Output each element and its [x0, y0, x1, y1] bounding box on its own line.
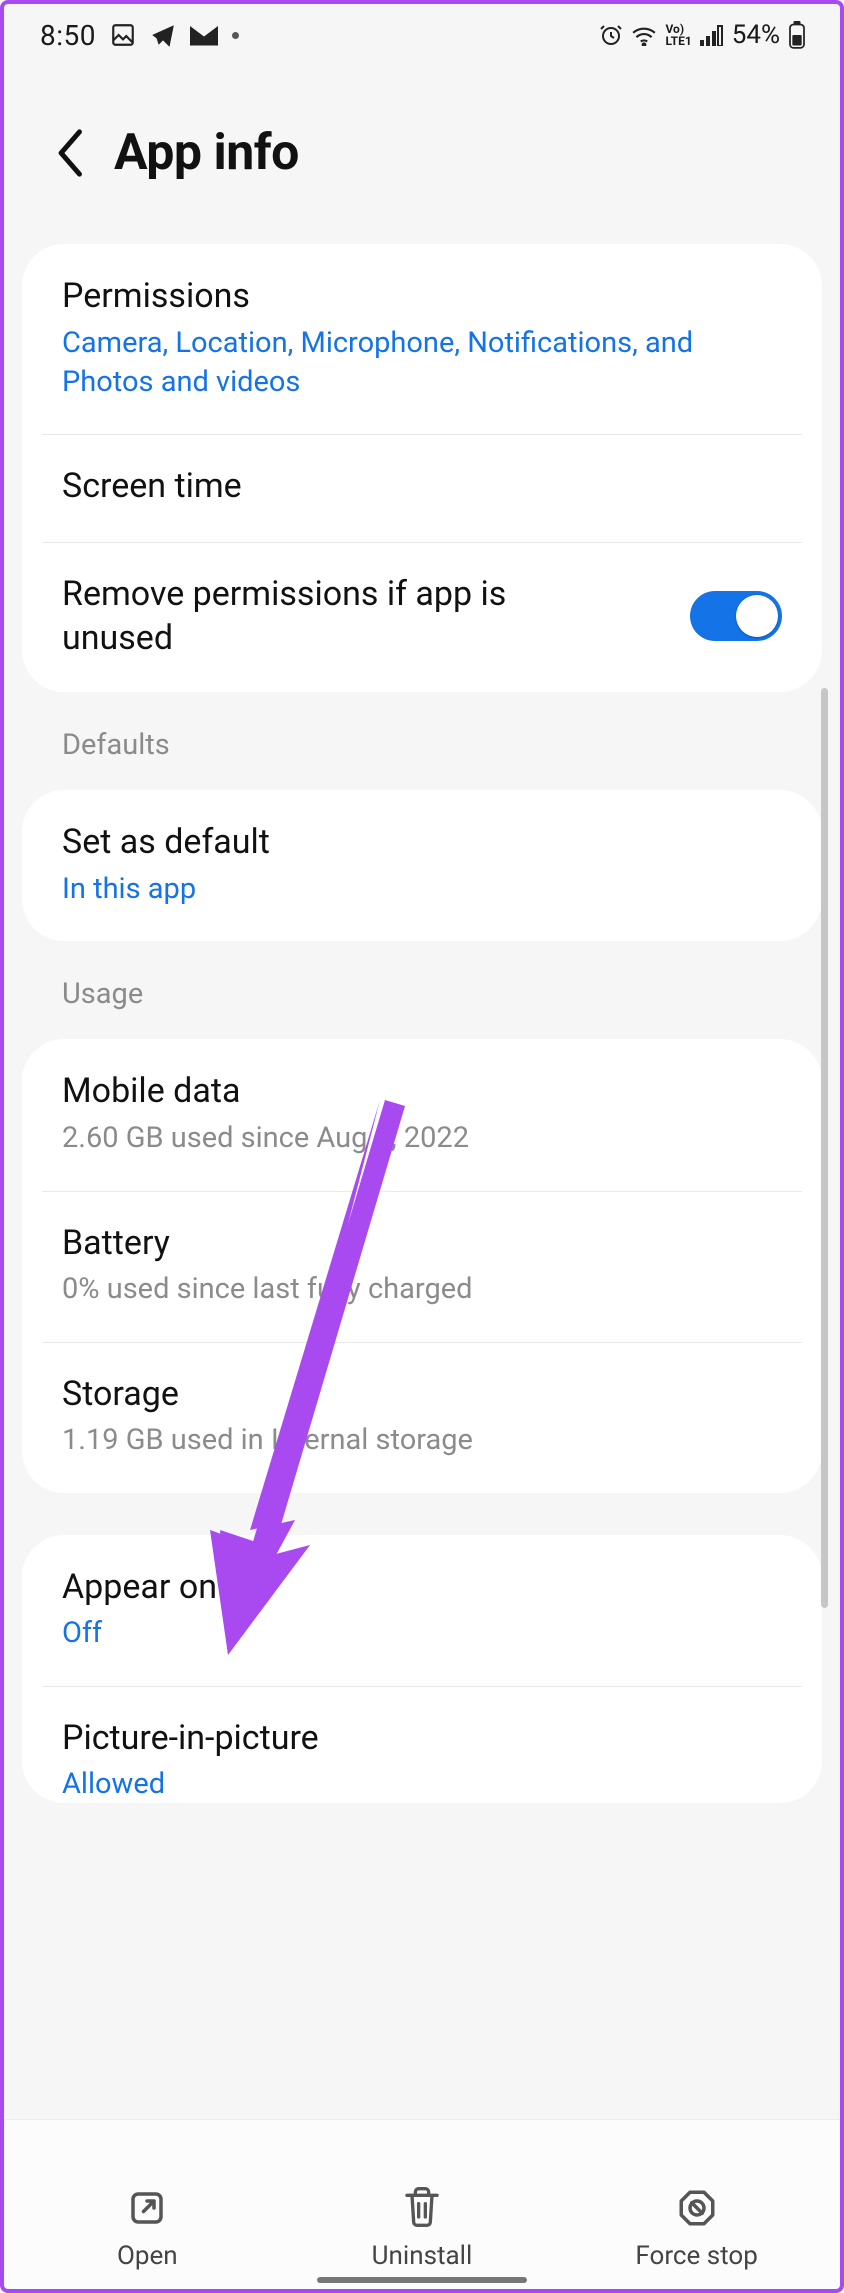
settings-list: Permissions Camera, Location, Microphone… [0, 244, 844, 1803]
row-storage[interactable]: Storage 1.19 GB used in Internal storage [22, 1342, 822, 1493]
row-picture-in-picture[interactable]: Picture-in-picture Allowed [22, 1686, 822, 1804]
action-label: Force stop [635, 2241, 757, 2271]
battery-percent: 54% [732, 20, 780, 50]
action-uninstall[interactable]: Uninstall [322, 2185, 522, 2271]
row-subtitle: 1.19 GB used in Internal storage [62, 1421, 782, 1460]
row-title: Screen time [62, 464, 782, 510]
section-header-usage: Usage [22, 941, 822, 1039]
toggle-remove-permissions[interactable] [690, 591, 782, 641]
action-open[interactable]: Open [47, 2187, 247, 2271]
alarm-icon [599, 23, 623, 47]
toggle-knob [736, 595, 778, 637]
action-label: Open [117, 2241, 178, 2271]
mail-icon [190, 24, 218, 46]
bottom-action-bar: Open Uninstall Force stop [0, 2119, 844, 2293]
stop-icon [676, 2187, 718, 2229]
card-display-group: Appear on top Off Picture-in-picture All… [22, 1535, 822, 1804]
status-left: 8:50 [40, 19, 239, 52]
telegram-icon [150, 22, 176, 48]
row-mobile-data[interactable]: Mobile data 2.60 GB used since Aug 1, 20… [22, 1039, 822, 1190]
row-set-as-default[interactable]: Set as default In this app [22, 790, 822, 941]
volte-icon: Vo)LTE1 [665, 23, 691, 47]
battery-icon [788, 21, 806, 49]
row-permissions[interactable]: Permissions Camera, Location, Microphone… [22, 244, 822, 434]
row-title: Remove permissions if app is unused [62, 572, 602, 660]
row-screen-time[interactable]: Screen time [22, 434, 822, 542]
status-time: 8:50 [40, 19, 96, 52]
row-title: Permissions [62, 274, 782, 320]
back-button[interactable] [56, 129, 86, 177]
status-bar: 8:50 Vo)LTE1 54% [0, 0, 844, 70]
trash-icon [402, 2185, 442, 2229]
status-right: Vo)LTE1 54% [599, 20, 806, 50]
more-dot-icon [232, 32, 239, 39]
page-header: App info [0, 70, 844, 244]
row-subtitle: In this app [62, 870, 782, 909]
row-title: Set as default [62, 820, 782, 866]
scrollbar-thumb[interactable] [821, 688, 828, 1608]
row-remove-permissions[interactable]: Remove permissions if app is unused [22, 542, 822, 692]
card-defaults: Set as default In this app [22, 790, 822, 941]
page-title: App info [114, 124, 299, 182]
row-subtitle: Allowed [62, 1765, 782, 1797]
image-icon [110, 22, 136, 48]
row-title: Picture-in-picture [62, 1716, 782, 1762]
row-subtitle: 0% used since last fully charged [62, 1270, 782, 1309]
action-force-stop[interactable]: Force stop [597, 2187, 797, 2271]
home-indicator[interactable] [317, 2277, 527, 2283]
card-usage: Mobile data 2.60 GB used since Aug 1, 20… [22, 1039, 822, 1492]
action-label: Uninstall [372, 2241, 473, 2271]
signal-icon [700, 24, 724, 46]
row-appear-on-top[interactable]: Appear on top Off [22, 1535, 822, 1686]
wifi-icon [631, 24, 657, 46]
section-header-defaults: Defaults [22, 692, 822, 790]
card-permissions-group: Permissions Camera, Location, Microphone… [22, 244, 822, 692]
row-title: Storage [62, 1372, 782, 1418]
row-subtitle: Off [62, 1614, 782, 1653]
row-subtitle: Camera, Location, Microphone, Notificati… [62, 324, 782, 402]
row-battery[interactable]: Battery 0% used since last fully charged [22, 1191, 822, 1342]
open-icon [126, 2187, 168, 2229]
row-title: Appear on top [62, 1565, 782, 1611]
row-subtitle: 2.60 GB used since Aug 1, 2022 [62, 1119, 782, 1158]
row-title: Battery [62, 1221, 782, 1267]
row-title: Mobile data [62, 1069, 782, 1115]
